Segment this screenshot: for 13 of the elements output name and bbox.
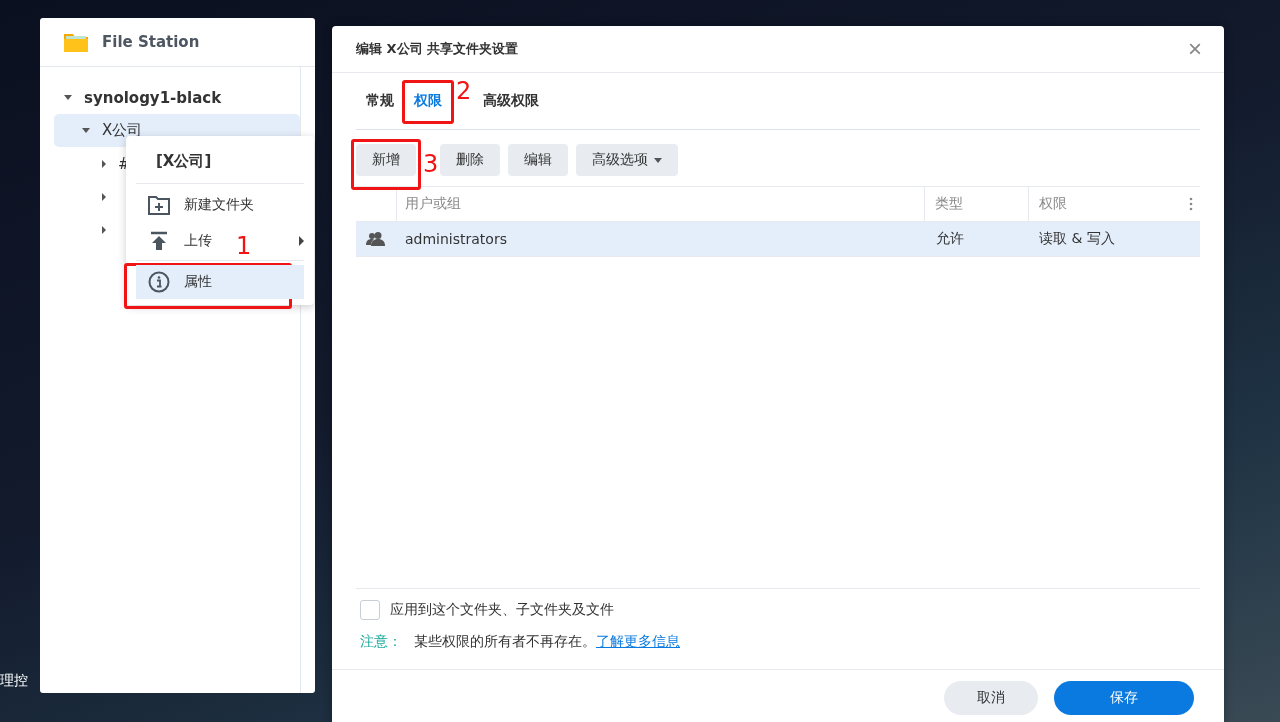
table-cell-text: administrators [404,231,508,247]
note-label: 注意： [360,633,402,651]
annotation-number: 2 [456,79,472,103]
annotation-number: 3 [423,152,439,176]
checkbox-label: 应用到这个文件夹、子文件夹及文件 [390,601,614,619]
app-title: File Station [102,33,200,51]
menu-title: [X公司] [136,140,304,184]
annotation-number: 1 [236,234,252,258]
note-text: 某些权限的所有者不再存在。 [414,633,596,651]
dialog-title: 编辑 X公司 共享文件夹设置 [356,40,519,58]
desktop-label: 理控 [0,672,28,690]
table-cell-text: 读取 & 写入 [1038,230,1116,248]
table-cell-text: 允许 [935,230,965,248]
